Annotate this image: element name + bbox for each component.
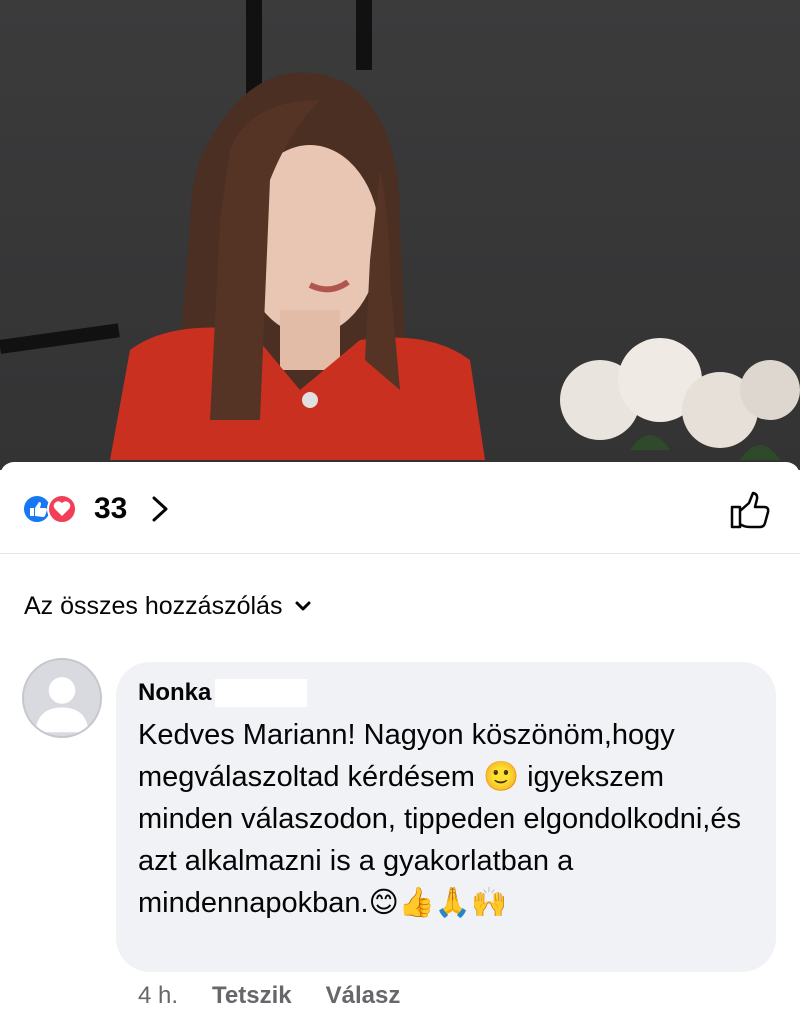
comment-text: Kedves Mariann! Nagyon köszönöm,hogy meg…	[138, 719, 741, 919]
comment-sort-label: Az összes hozzászólás	[24, 591, 283, 620]
comments-sheet: 33 Az összes hozzászólás Nonka Kedves Ma…	[0, 462, 800, 1024]
flowers-decoration	[560, 338, 800, 460]
comment-bubble: Nonka Kedves Mariann! Nagyon köszönöm,ho…	[116, 662, 776, 972]
reaction-count[interactable]: 33	[94, 492, 127, 526]
like-icon	[22, 494, 52, 524]
reaction-icons[interactable]	[22, 494, 84, 524]
comment-author[interactable]: Nonka	[138, 679, 211, 707]
love-icon	[47, 494, 77, 524]
comment-timestamp: 4 h.	[138, 982, 179, 1009]
comment-reply-button[interactable]: Válasz	[326, 982, 401, 1010]
comment-like-button[interactable]: Tetszik	[212, 982, 292, 1010]
reactions-bar: 33	[0, 462, 800, 554]
comment-sort-dropdown[interactable]: Az összes hozzászólás	[24, 586, 314, 626]
comment-actions: 4 h. Tetszik Válasz	[138, 982, 400, 1010]
chevron-right-icon[interactable]	[148, 494, 172, 524]
avatar[interactable]	[22, 658, 102, 738]
speaker-figure	[110, 72, 485, 460]
like-button-icon[interactable]	[728, 490, 770, 530]
chevron-down-icon	[295, 601, 311, 611]
video-player[interactable]	[0, 0, 800, 470]
redacted-name	[215, 679, 308, 707]
default-user-icon	[24, 660, 100, 736]
